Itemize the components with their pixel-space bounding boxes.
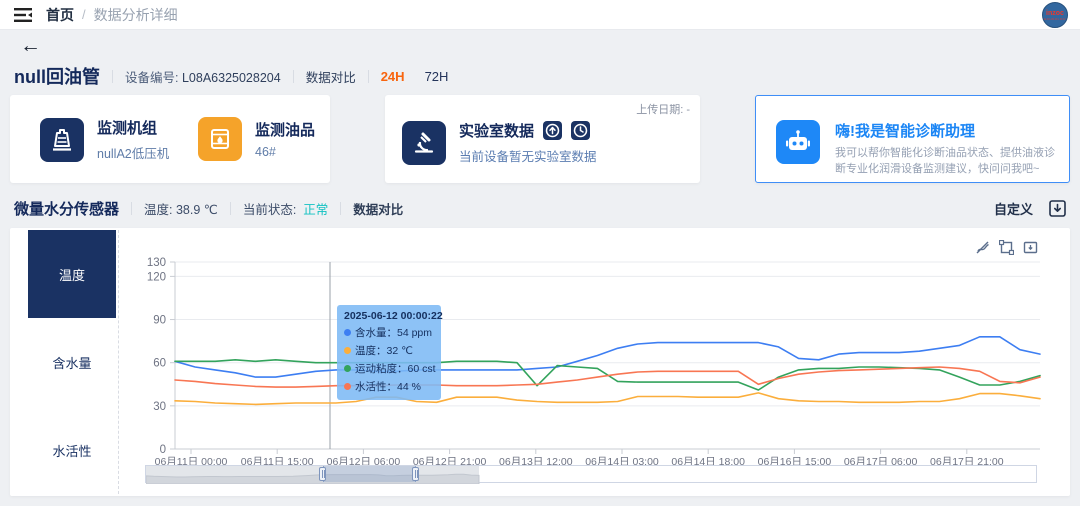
sensor-compare-label[interactable]: 数据对比 (353, 199, 403, 218)
y-axis-label: 90 (153, 315, 166, 327)
series-line-3 (175, 367, 1040, 387)
lab-title: 实验室数据 (459, 120, 534, 141)
avatar-logo-subtext: TECHNOLOGY (1042, 17, 1068, 21)
breadcrumb-home[interactable]: 首页 (46, 5, 74, 25)
custom-button[interactable]: 自定义 (994, 199, 1033, 218)
machine-icon (40, 118, 84, 162)
range-72h-button[interactable]: 72H (425, 69, 449, 84)
range-24h-button[interactable]: 24H (381, 69, 405, 84)
monitor-unit-title: 监测机组 (97, 117, 169, 138)
chart-card: 温度 含水量 水活性 030609012013006月11日 00:0006月1… (10, 228, 1070, 496)
device-header: null回油管 设备编号: L08A6325028204 数据对比 24H 72… (14, 63, 448, 89)
upload-icon[interactable] (543, 121, 562, 140)
avatar[interactable]: inzoc TECHNOLOGY (1042, 2, 1068, 28)
monitor-oil-group: 监测油品 46# (198, 117, 315, 161)
back-button[interactable]: ← (20, 34, 41, 57)
oil-barrel-icon (198, 117, 242, 161)
monitor-unit-value: nullA2低压机 (97, 143, 169, 162)
monitor-oil-value: 46# (255, 145, 315, 159)
sensor-status: 当前状态: 正常 (243, 199, 328, 218)
monitor-unit-group: 监测机组 nullA2低压机 (40, 117, 169, 162)
datazoom-window[interactable] (323, 466, 416, 482)
assistant-desc: 我可以帮你智能化诊断油品状态、提供油液诊 断专业化润滑设备监测建议，快问问我吧~ (835, 146, 1055, 178)
divider (131, 202, 132, 215)
page: 首页 / 数据分析详细 inzoc TECHNOLOGY ← null回油管 设… (0, 0, 1080, 506)
breadcrumb-separator: / (82, 7, 86, 22)
divider (340, 202, 341, 215)
monitor-oil-title: 监测油品 (255, 119, 315, 140)
assistant-title: 嗨!我是智能诊断助理 (835, 120, 1055, 141)
device-no: 设备编号: L08A6325028204 (125, 67, 281, 86)
series-line-1 (175, 393, 1040, 405)
datazoom-data-shadow (146, 466, 479, 482)
sensor-title: 微量水分传感器 (14, 198, 119, 219)
sensor-header: 微量水分传感器 温度: 38.9 ℃ 当前状态: 正常 数据对比 自定义 (14, 198, 1066, 219)
breadcrumb-current: 数据分析详细 (94, 5, 178, 25)
robot-icon (776, 120, 820, 164)
history-icon[interactable] (571, 121, 590, 140)
lab-card: 上传日期: - 实验室数据 (385, 95, 700, 183)
status-badge: 正常 (303, 203, 328, 217)
monitor-card: 监测机组 nullA2低压机 监测油品 46# (10, 95, 330, 183)
divider (293, 70, 294, 83)
page-title: null回油管 (14, 63, 100, 89)
datazoom-handle-left[interactable] (319, 467, 326, 481)
compare-label[interactable]: 数据对比 (306, 67, 356, 86)
top-bar: 首页 / 数据分析详细 inzoc TECHNOLOGY (0, 0, 1080, 30)
divider (368, 70, 369, 83)
y-axis-label: 30 (153, 401, 166, 413)
y-axis-label: 120 (147, 271, 166, 283)
datazoom-handle-right[interactable] (412, 467, 419, 481)
datazoom-slider[interactable] (145, 465, 1037, 483)
sensor-temperature: 温度: 38.9 ℃ (144, 199, 218, 218)
divider (112, 70, 113, 83)
menu-fold-icon[interactable] (14, 8, 32, 22)
y-axis-label: 60 (153, 358, 166, 370)
divider (230, 202, 231, 215)
lab-group: 实验室数据 当前设备暂无实验室数据 (402, 120, 597, 165)
assistant-card[interactable]: 嗨!我是智能诊断助理 我可以帮你智能化诊断油品状态、提供油液诊 断专业化润滑设备… (755, 95, 1070, 183)
microscope-icon (402, 121, 446, 165)
download-icon[interactable] (1049, 200, 1066, 217)
upload-date: 上传日期: - (636, 101, 690, 117)
line-chart[interactable]: 030609012013006月11日 00:0006月11日 15:0006月… (10, 228, 1070, 496)
series-line-0 (175, 337, 1040, 377)
avatar-logo-text: inzoc (1046, 10, 1064, 17)
y-axis-label: 0 (160, 444, 166, 456)
lab-empty-text: 当前设备暂无实验室数据 (459, 146, 597, 165)
y-axis-label: 130 (147, 257, 166, 269)
